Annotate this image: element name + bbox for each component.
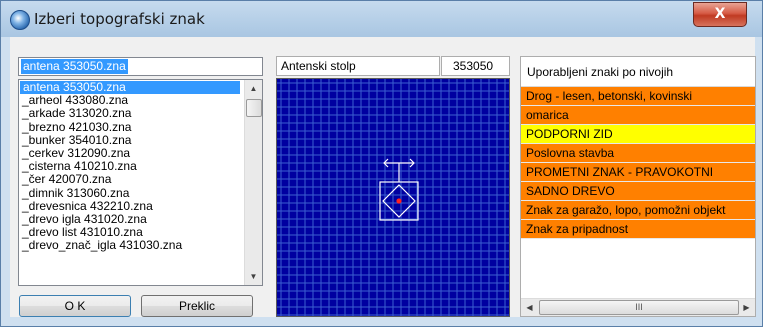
scroll-right-arrow-icon[interactable]: ▶ — [738, 299, 755, 316]
title-bar[interactable]: Izberi topografski znak X — [1, 1, 762, 37]
used-symbol-item[interactable]: Poslovna stavba — [521, 144, 755, 163]
preview-grid — [277, 79, 509, 316]
symbol-preview-canvas — [276, 78, 510, 317]
selected-symbol-field[interactable]: antena 353050.zna — [18, 57, 263, 76]
scroll-left-arrow-icon[interactable]: ◀ — [521, 299, 538, 316]
ok-button[interactable]: O K — [19, 295, 131, 317]
symbol-list-item[interactable]: _bunker 354010.zna — [19, 133, 262, 147]
horizontal-scrollbar[interactable]: ◀ III ▶ — [521, 298, 755, 316]
vertical-scrollbar[interactable]: ▲ ▼ — [244, 80, 262, 285]
used-symbols-panel: Uporabljeni znaki po nivojih Drog - lese… — [520, 56, 756, 317]
window-title: Izberi topografski znak — [34, 10, 205, 28]
used-symbol-item[interactable]: omarica — [521, 106, 755, 125]
selected-symbol-value: antena 353050.zna — [21, 59, 128, 74]
used-symbol-item[interactable]: PROMETNI ZNAK - PRAVOKOTNI — [521, 163, 755, 182]
symbol-code-field: 353050 — [441, 56, 510, 76]
scroll-down-arrow-icon[interactable]: ▼ — [245, 268, 262, 285]
used-symbols-header: Uporabljeni znaki po nivojih — [521, 57, 755, 87]
used-symbol-item[interactable]: Znak za garažo, lopo, pomožni objekt — [521, 201, 755, 220]
symbol-list-item[interactable]: _čer 420070.zna — [19, 173, 262, 186]
globe-icon — [10, 10, 30, 30]
used-symbol-item[interactable]: Znak za pripadnost — [521, 220, 755, 239]
symbol-list-item[interactable]: _drevesnica 432210.zna — [19, 199, 262, 213]
symbol-list-item[interactable]: _arkade 313020.zna — [19, 107, 262, 120]
scroll-thumb[interactable] — [246, 99, 262, 117]
symbol-preview-svg — [277, 79, 509, 316]
symbol-list-item[interactable]: _drevo_znač_igla 431030.zna — [19, 239, 262, 252]
used-symbol-item[interactable]: PODPORNI ZID — [521, 125, 755, 144]
symbol-listbox[interactable]: antena 353050.zna _arheol 433080.zna _arka… — [18, 79, 263, 286]
horizontal-scroll-thumb[interactable]: III — [539, 300, 739, 315]
used-symbol-item[interactable]: SADNO DREVO — [521, 182, 755, 201]
symbol-name-field: Antenski stolp — [276, 56, 440, 76]
used-symbols-list: Drog - lesen, betonski, kovinski omarica P… — [521, 87, 755, 239]
symbol-list-item[interactable]: _dimnik 313060.zna — [19, 186, 262, 200]
cancel-button[interactable]: Preklic — [141, 295, 253, 317]
scroll-up-arrow-icon[interactable]: ▲ — [245, 80, 262, 97]
used-symbol-item[interactable]: Drog - lesen, betonski, kovinski — [521, 87, 755, 106]
close-button[interactable]: X — [693, 2, 747, 27]
symbol-list-item[interactable]: _brezno 421030.zna — [19, 120, 262, 134]
